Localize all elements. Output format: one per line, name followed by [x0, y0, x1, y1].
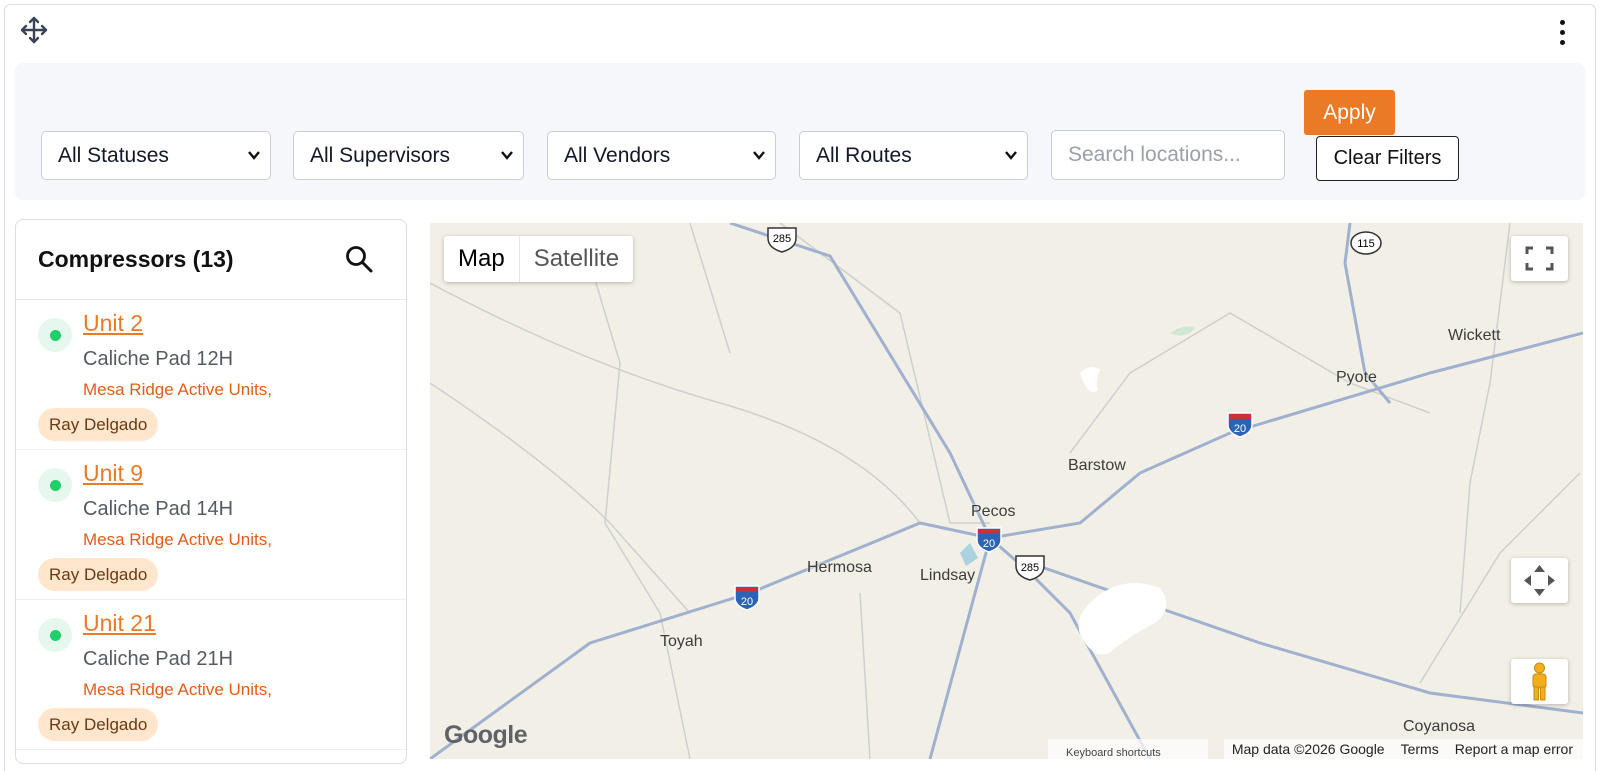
compressor-list-panel: Compressors (13) Unit 2 Caliche Pad 12H … — [15, 219, 407, 764]
map-type-control: Map Satellite — [444, 236, 634, 282]
clear-filters-button[interactable]: Clear Filters — [1316, 136, 1459, 181]
list-item[interactable]: Unit 2 Caliche Pad 12H Mesa Ridge Active… — [16, 300, 406, 450]
vendors-select[interactable]: All Vendors — [547, 131, 776, 180]
report-map-error-link[interactable]: Report a map error — [1455, 741, 1573, 757]
unit-route: Mesa Ridge Active Units, — [83, 680, 272, 699]
map-roads — [430, 223, 1583, 759]
fullscreen-icon[interactable] — [1511, 236, 1568, 281]
chevron-down-icon — [501, 151, 513, 160]
search-icon[interactable] — [344, 244, 374, 274]
place-label: Pecos — [971, 503, 1016, 520]
status-indicator — [38, 468, 72, 502]
chevron-down-icon — [753, 151, 765, 160]
unit-route: Mesa Ridge Active Units, — [83, 530, 272, 549]
apply-button[interactable]: Apply — [1304, 90, 1395, 135]
status-indicator — [38, 618, 72, 652]
status-indicator — [38, 318, 72, 352]
map-type-satellite-button[interactable]: Satellite — [518, 236, 633, 282]
pegman-icon[interactable] — [1511, 659, 1568, 704]
unit-route: Mesa Ridge Active Units, — [83, 380, 272, 399]
chevron-down-icon — [248, 151, 260, 160]
keyboard-shortcuts-link[interactable]: Keyboard shortcuts — [1048, 739, 1208, 759]
list-item[interactable]: Unit 9 Caliche Pad 14H Mesa Ridge Active… — [16, 450, 406, 600]
supervisor-tag: Ray Delgado — [38, 708, 159, 741]
unit-location: Caliche Pad 21H — [83, 648, 234, 670]
move-icon[interactable] — [19, 15, 49, 45]
supervisor-tag: Ray Delgado — [38, 558, 159, 591]
list-title: Compressors (13) — [38, 246, 234, 272]
camera-control-icon[interactable] — [1511, 558, 1568, 603]
kebab-menu-icon[interactable] — [1551, 17, 1573, 47]
routes-select-value: All Routes — [816, 143, 912, 167]
place-label: Pyote — [1336, 369, 1377, 386]
place-label: Lindsay — [920, 567, 976, 584]
supervisors-select-value: All Supervisors — [310, 143, 451, 167]
vendors-select-value: All Vendors — [564, 143, 671, 167]
unit-location: Caliche Pad 12H — [83, 348, 234, 370]
search-locations-input[interactable] — [1051, 130, 1285, 180]
status-select-value: All Statuses — [58, 143, 169, 167]
place-label: Barstow — [1068, 457, 1126, 474]
map-canvas[interactable]: Map Satellite Wickett Pyote Barstow Peco… — [430, 223, 1583, 759]
place-label: Toyah — [660, 633, 703, 650]
supervisors-select[interactable]: All Supervisors — [293, 131, 524, 180]
status-select[interactable]: All Statuses — [41, 131, 271, 180]
terms-link[interactable]: Terms — [1401, 741, 1439, 757]
filter-bar: All Statuses All Supervisors All Vendors… — [15, 63, 1585, 200]
list-header: Compressors (13) — [16, 220, 406, 300]
unit-location: Caliche Pad 14H — [83, 498, 234, 520]
place-label: Hermosa — [807, 559, 872, 576]
map-data-text: Map data ©2026 Google — [1231, 741, 1385, 757]
unit-link[interactable]: Unit 21 — [83, 610, 156, 637]
place-label: Wickett — [1448, 327, 1501, 344]
place-label: Coyanosa — [1403, 718, 1476, 735]
map-type-map-button[interactable]: Map — [444, 236, 519, 282]
google-logo: Google — [444, 721, 528, 749]
map-attribution: Map data ©2026 Google Terms Report a map… — [1223, 739, 1583, 759]
chevron-down-icon — [1005, 151, 1017, 160]
unit-link[interactable]: Unit 9 — [83, 460, 143, 487]
routes-select[interactable]: All Routes — [799, 131, 1028, 180]
supervisor-tag: Ray Delgado — [38, 408, 159, 441]
unit-link[interactable]: Unit 2 — [83, 310, 143, 337]
list-item[interactable]: Unit 21 Caliche Pad 21H Mesa Ridge Activ… — [16, 600, 406, 750]
